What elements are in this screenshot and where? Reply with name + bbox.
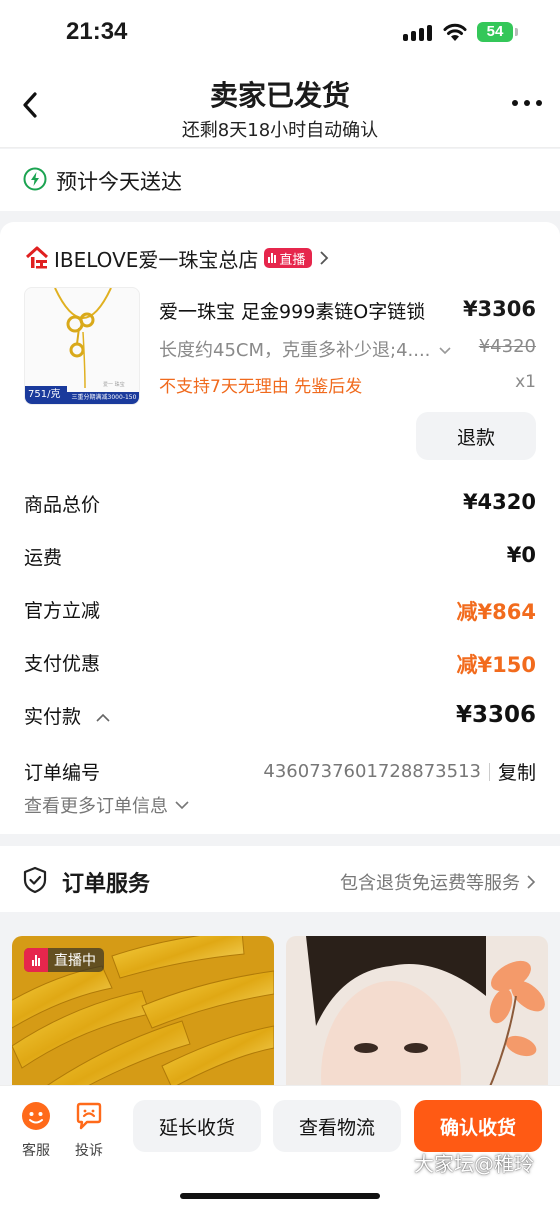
summary-value: 减¥150 <box>456 653 536 677</box>
product-spec-text: 长度约45CM，克重多补少退;4.... <box>159 340 431 361</box>
product-price: ¥3306 <box>462 297 536 321</box>
more-order-info-text: 查看更多订单信息 <box>24 796 168 817</box>
model-portrait-image <box>286 936 548 1096</box>
auto-confirm-countdown: 还剩8天18小时自动确认 <box>181 120 379 141</box>
summary-row-paid[interactable]: 实付款 ¥3306 <box>24 702 536 732</box>
delivery-eta-bar: 预计今天送达 <box>0 149 560 211</box>
status-time: 21:34 <box>66 18 128 45</box>
product-original-price: ¥4320 <box>478 336 536 357</box>
product-policy-note: 不支持7天无理由 先鉴后发 <box>159 377 363 397</box>
recommendation-feed: 直播中 <box>0 912 560 1096</box>
order-number-label: 订单编号 <box>24 762 101 784</box>
page-title: 卖家已发货 <box>209 79 350 112</box>
summary-value: ¥3306 <box>455 702 536 728</box>
battery-level: 54 <box>486 23 504 40</box>
summary-value: ¥0 <box>506 543 536 567</box>
live-now-label: 直播中 <box>54 953 96 969</box>
chevron-up-icon <box>96 713 110 722</box>
complaint-button[interactable]: 投诉 <box>69 1100 109 1160</box>
complaint-icon <box>76 1102 102 1130</box>
live-bars-icon <box>268 253 277 263</box>
chevron-down-icon <box>175 801 189 810</box>
summary-label: 商品总价 <box>24 494 101 516</box>
order-service-row[interactable]: 订单服务 包含退货免运费等服务 <box>0 846 560 912</box>
cellular-signal-icon <box>403 25 432 41</box>
live-now-badge: 直播中 <box>24 948 104 972</box>
shield-check-icon <box>23 866 47 894</box>
chevron-right-icon <box>527 875 536 889</box>
summary-row-shipping: 运费 ¥0 <box>24 543 536 573</box>
thumb-promo-strip: 三重分期满减3000-150 <box>67 392 139 404</box>
live-badge-label: 直播 <box>279 252 306 268</box>
feed-card-model[interactable] <box>286 936 548 1096</box>
view-logistics-button[interactable]: 查看物流 <box>273 1100 401 1152</box>
shop-header[interactable]: IBELOVE爱一珠宝总店 直播 <box>24 244 330 272</box>
copy-button[interactable]: 复制 <box>498 758 536 785</box>
summary-value: ¥4320 <box>462 490 536 514</box>
order-number-row: 订单编号 4360737601728873513 复制 <box>24 758 536 788</box>
divider <box>488 762 490 781</box>
paid-label-text: 实付款 <box>24 706 82 728</box>
home-indicator[interactable] <box>180 1193 380 1199</box>
confirm-receipt-button[interactable]: 确认收货 <box>414 1100 542 1152</box>
order-service-desc: 包含退货免运费等服务 <box>340 869 536 895</box>
summary-label: 官方立减 <box>24 600 101 622</box>
chevron-right-icon <box>320 251 329 265</box>
summary-row-total: 商品总价 ¥4320 <box>24 490 536 520</box>
customer-service-label: 客服 <box>22 1143 50 1159</box>
shop-name: IBELOVE爱一珠宝总店 <box>54 247 259 272</box>
summary-row-payment-discount: 支付优惠 减¥150 <box>24 649 536 679</box>
feed-card-live[interactable]: 直播中 <box>12 936 274 1096</box>
status-bar: 21:34 54 <box>0 0 560 64</box>
order-service-title: 订单服务 <box>62 872 151 897</box>
svg-text:爱一 珠宝: 爱一 珠宝 <box>103 381 125 388</box>
order-service-desc-text: 包含退货免运费等服务 <box>340 873 520 894</box>
complaint-label: 投诉 <box>75 1143 103 1159</box>
summary-row-official-discount: 官方立减 减¥864 <box>24 596 536 626</box>
nav-header: 卖家已发货 还剩8天18小时自动确认 <box>0 64 560 148</box>
chevron-down-icon <box>439 347 451 355</box>
live-bars-icon <box>24 948 48 972</box>
forum-watermark: 大家坛@稚玲 <box>414 1152 534 1176</box>
more-options-icon[interactable] <box>512 100 542 106</box>
lightning-icon <box>23 167 47 191</box>
thumb-price-tag: 751/克起 <box>25 386 67 404</box>
shop-logo-icon <box>25 246 49 269</box>
product-name[interactable]: 爱一珠宝 足金999素链O字链锁 <box>159 297 425 324</box>
product-spec[interactable]: 长度约45CM，克重多补少退;4.... <box>159 336 452 362</box>
summary-label: 支付优惠 <box>24 653 101 675</box>
customer-service-icon <box>22 1102 50 1130</box>
extend-receipt-button[interactable]: 延长收货 <box>133 1100 261 1152</box>
necklace-image: 爱一 珠宝 <box>54 288 125 389</box>
live-badge[interactable]: 直播 <box>264 248 313 268</box>
order-number: 4360737601728873513 复制 <box>263 758 536 785</box>
product-thumbnail[interactable]: 爱一 珠宝 751/克起 三重分期满减3000-150 <box>24 287 140 405</box>
summary-value: 减¥864 <box>456 600 536 624</box>
summary-label: 实付款 <box>24 702 111 729</box>
battery-indicator: 54 <box>477 22 518 42</box>
customer-service-button[interactable]: 客服 <box>16 1100 56 1160</box>
delivery-eta-text: 预计今天送达 <box>56 170 182 194</box>
wifi-icon <box>443 23 467 41</box>
refund-button[interactable]: 退款 <box>416 412 536 460</box>
order-number-value: 4360737601728873513 <box>263 761 481 782</box>
product-quantity: x1 <box>515 372 536 392</box>
order-card: IBELOVE爱一珠宝总店 直播 爱一 珠宝 751/克起 三重分期满减3000… <box>0 222 560 834</box>
more-order-info-link[interactable]: 查看更多订单信息 <box>24 792 190 818</box>
summary-label: 运费 <box>24 547 63 569</box>
